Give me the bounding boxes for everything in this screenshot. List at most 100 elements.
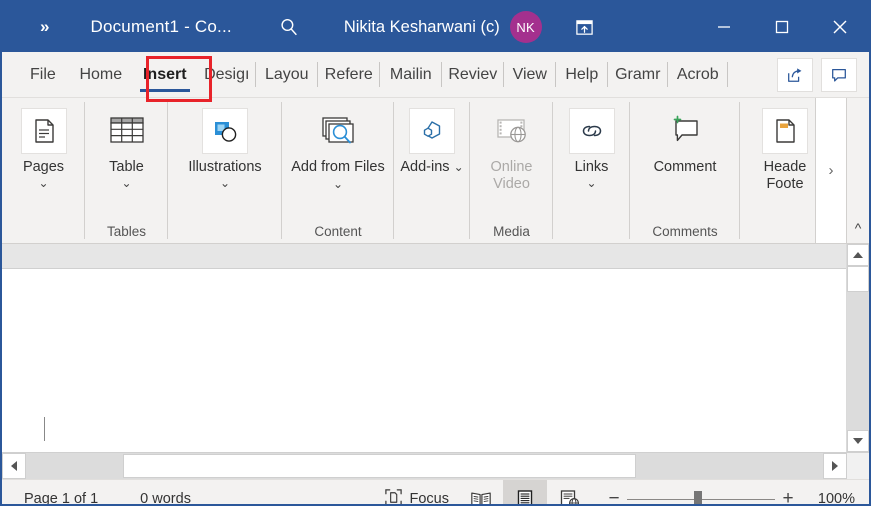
document-canvas[interactable] (2, 244, 846, 452)
chevron-down-icon[interactable]: ⌄ (454, 160, 464, 174)
chevron-down-icon[interactable]: ⌄ (38, 177, 48, 189)
scroll-up-button[interactable] (847, 244, 869, 266)
group-label-content: Content (314, 224, 362, 239)
tab-layout-label: Layou (264, 65, 309, 83)
ribbon-group-content: Add from Files ⌄ Content (282, 98, 394, 243)
word-count-status[interactable]: 0 words (130, 484, 201, 504)
view-web-layout-button[interactable] (547, 480, 591, 504)
text-cursor (44, 417, 45, 441)
ribbon-display-options-icon[interactable] (570, 12, 600, 42)
add-from-files-label: Add from Files ⌄ (286, 159, 390, 192)
document-page[interactable] (2, 269, 846, 452)
zoom-controls: − + 100% (601, 484, 869, 504)
avatar[interactable]: NK (509, 11, 542, 43)
tab-file-label: File (30, 65, 56, 83)
zoom-slider[interactable] (627, 484, 775, 504)
vertical-scrollbar[interactable] (846, 244, 869, 452)
share-icon[interactable] (777, 57, 813, 92)
tab-review[interactable]: Reviev (442, 52, 504, 97)
minimize-button[interactable] (695, 2, 753, 52)
page-number-status[interactable]: Page 1 of 1 (14, 484, 108, 504)
scroll-down-arrow-icon (853, 438, 863, 444)
tab-references[interactable]: Refere (318, 52, 380, 97)
search-icon[interactable] (274, 12, 304, 42)
chevron-down-icon[interactable]: ⌄ (333, 177, 343, 191)
zoom-in-button[interactable]: + (775, 484, 801, 504)
add-ins-label: Add-ins ⌄ (400, 159, 463, 176)
tab-active-underline (139, 89, 190, 92)
document-title: Document1 - Co... (90, 17, 232, 36)
tab-insert[interactable]: Insert (132, 52, 198, 97)
online-video-icon (489, 108, 535, 154)
zoom-out-button[interactable]: − (601, 484, 627, 504)
tab-view-label: View (512, 65, 547, 83)
pages-button[interactable]: Pages ⌄ (17, 106, 71, 191)
document-workspace (2, 244, 869, 452)
quick-access-overflow-button[interactable]: » (34, 15, 54, 39)
illustrations-label: Illustrations (188, 159, 262, 175)
chevron-down-icon[interactable]: ⌄ (121, 177, 131, 189)
ribbon-group-tables: Table ⌄ Tables (85, 98, 168, 243)
comments-icon[interactable] (821, 57, 857, 92)
online-video-button[interactable]: Online Video (470, 106, 553, 194)
header-footer-icon (762, 108, 808, 154)
chevron-down-icon[interactable]: ⌄ (220, 177, 230, 189)
vertical-scroll-track[interactable] (847, 266, 869, 430)
tab-help-label: Help (565, 65, 599, 83)
scroll-left-button[interactable] (2, 453, 26, 479)
new-comment-button[interactable]: Comment (650, 106, 721, 178)
tab-mailings-label: Mailin (389, 65, 432, 83)
horizontal-scrollbar[interactable] (2, 452, 869, 479)
pages-label: Pages (22, 159, 65, 175)
horizontal-scroll-thumb[interactable] (123, 454, 636, 478)
ribbon-tab-strip: File Home Insert Desigı Layou Refere Mai… (2, 52, 869, 98)
illustrations-button[interactable]: Illustrations ⌄ (184, 106, 265, 191)
user-account-name: Nikita Kesharwani (c) (343, 17, 500, 36)
tab-references-label: Refere (324, 65, 373, 83)
ribbon: Pages ⌄ Table ⌄ Tables Illustrations ⌄ A… (2, 98, 869, 244)
group-label-media: Media (493, 224, 530, 239)
add-ins-button[interactable]: Add-ins ⌄ (396, 106, 467, 178)
tab-file[interactable]: File (16, 52, 70, 97)
header-footer-label: Heade Foote (763, 159, 807, 192)
view-read-mode-button[interactable] (459, 480, 503, 504)
add-from-files-button[interactable]: Add from Files ⌄ (282, 106, 394, 194)
status-bar-right: Focus − + 100% (374, 480, 870, 504)
scroll-left-arrow-icon (11, 461, 17, 471)
table-button[interactable]: Table ⌄ (100, 106, 154, 191)
scroll-right-button[interactable] (823, 453, 847, 479)
vertical-scroll-thumb[interactable] (847, 266, 869, 292)
tab-grammarly[interactable]: Gramr (608, 52, 668, 97)
ribbon-group-addins: Add-ins ⌄ (394, 98, 470, 243)
tab-design[interactable]: Desigı (198, 52, 256, 97)
zoom-level-label[interactable]: 100% (801, 491, 869, 504)
ribbon-scroll-right-button[interactable]: › (815, 98, 847, 243)
tab-layout[interactable]: Layou (256, 52, 318, 97)
view-print-layout-button[interactable] (503, 480, 547, 504)
tab-help[interactable]: Help (556, 52, 608, 97)
ribbon-group-links: Links ⌄ (553, 98, 630, 243)
add-from-files-text: Add from Files (291, 159, 385, 175)
collapse-ribbon-button[interactable]: ^ (847, 215, 869, 241)
zoom-slider-thumb[interactable] (694, 490, 702, 504)
maximize-button[interactable] (753, 2, 811, 52)
tab-home[interactable]: Home (70, 52, 132, 97)
word-window: » Document1 - Co... Nikita Kesharwani (c… (0, 0, 871, 506)
document-top-margin-band (2, 244, 846, 269)
horizontal-scroll-track[interactable] (26, 453, 823, 479)
ribbon-group-illustrations: Illustrations ⌄ (168, 98, 282, 243)
chevron-down-icon[interactable]: ⌄ (586, 177, 596, 189)
links-button[interactable]: Links ⌄ (565, 106, 619, 191)
tab-home-label: Home (79, 65, 123, 83)
tab-acrobat-label: Acrob (676, 65, 719, 83)
tab-view[interactable]: View (504, 52, 556, 97)
ribbon-group-comments: Comment Comments (630, 98, 740, 243)
tab-mailings[interactable]: Mailin (380, 52, 442, 97)
tab-review-label: Reviev (448, 65, 498, 83)
table-label: Table (109, 159, 144, 175)
tab-acrobat[interactable]: Acrob (668, 52, 728, 97)
close-button[interactable] (811, 2, 869, 52)
focus-mode-button[interactable]: Focus (374, 484, 460, 504)
ribbon-group-pages: Pages ⌄ (2, 98, 85, 243)
scroll-down-button[interactable] (847, 430, 869, 452)
